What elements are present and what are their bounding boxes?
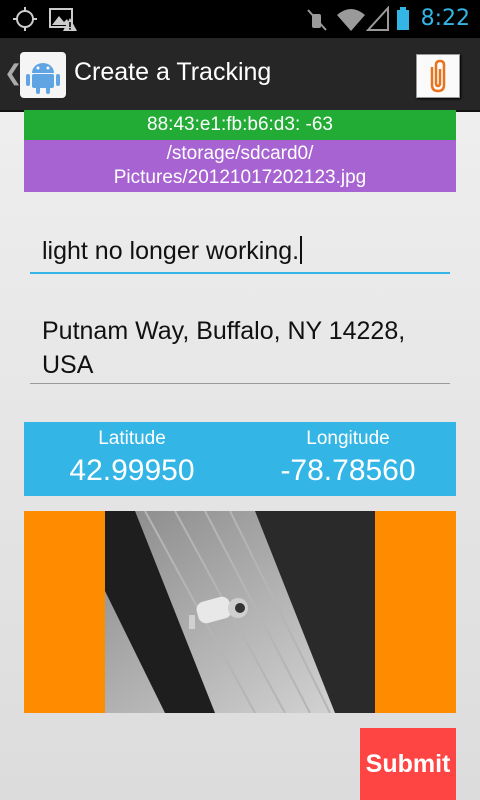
wifi-icon — [337, 9, 365, 31]
submit-button[interactable]: Submit — [360, 728, 456, 800]
status-bar: 8:22 — [0, 0, 480, 38]
coordinates-panel: Latitude 42.99950 Longitude -78.78560 — [24, 422, 456, 496]
description-input[interactable]: light no longer working. — [30, 230, 450, 274]
photo-thumbnail[interactable] — [105, 511, 375, 713]
longitude-value: -78.78560 — [280, 454, 416, 487]
attach-button[interactable] — [416, 54, 460, 98]
page-title: Create a Tracking — [74, 58, 272, 86]
signal-icon — [366, 6, 389, 31]
address-line1: Putnam Way, Buffalo, NY 14228, — [42, 317, 406, 345]
longitude-label: Longitude — [306, 428, 390, 449]
latitude-value: 42.99950 — [69, 454, 195, 487]
mac-signal-banner: 88:43:e1:fb:b6:d3: -63 — [24, 110, 456, 140]
paperclip-icon — [430, 59, 446, 93]
image-alert-icon — [49, 8, 77, 31]
status-clock: 8:22 — [420, 6, 470, 31]
gps-icon — [13, 7, 37, 31]
address-input[interactable]: Putnam Way, Buffalo, NY 14228, USA — [30, 312, 450, 384]
battery-icon — [397, 7, 409, 30]
photo-path-line1: /storage/sdcard0/ — [166, 143, 314, 164]
description-text: light no longer working. — [42, 237, 300, 265]
latitude-label: Latitude — [98, 428, 166, 449]
photo-frame — [24, 511, 456, 713]
latitude-column: Latitude 42.99950 — [24, 422, 240, 488]
photo-path-banner: /storage/sdcard0/ Pictures/2012101720212… — [24, 140, 456, 192]
action-bar: ❮ Create a Tracking — [0, 38, 480, 112]
longitude-column: Longitude -78.78560 — [240, 422, 456, 488]
address-line2: USA — [42, 351, 94, 379]
android-icon[interactable] — [20, 52, 66, 98]
text-cursor — [300, 236, 303, 264]
photo-path-line2: Pictures/20121017202123.jpg — [113, 167, 367, 188]
mute-icon — [307, 9, 327, 31]
